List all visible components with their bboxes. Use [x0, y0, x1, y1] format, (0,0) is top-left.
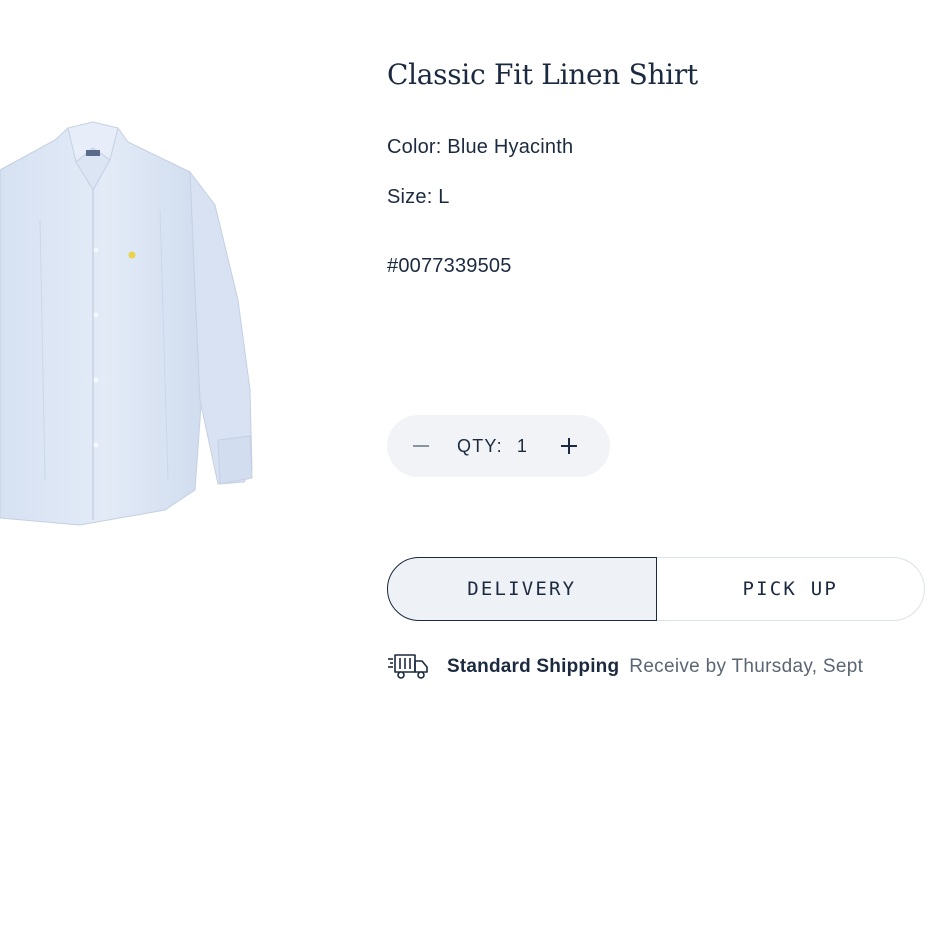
product-title: Classic Fit Linen Shirt	[387, 58, 698, 91]
increment-button[interactable]	[557, 434, 581, 458]
product-color: Color: Blue Hyacinth	[387, 136, 574, 158]
product-sku: #0077339505	[387, 255, 512, 277]
quantity-label: QTY:	[457, 435, 503, 456]
delivery-truck-icon	[388, 654, 428, 679]
shipping-eta: Receive by Thursday, Sept	[629, 656, 864, 677]
shipping-info: Standard Shipping Receive by Thursday, S…	[387, 647, 863, 687]
shipping-method: Standard Shipping	[447, 656, 620, 677]
pickup-option[interactable]: PICK UP	[656, 557, 925, 621]
delivery-option[interactable]: DELIVERY	[387, 557, 657, 621]
quantity-stepper: QTY: 1	[387, 415, 610, 477]
fulfillment-toggle: DELIVERY PICK UP	[387, 557, 925, 621]
decrement-button[interactable]	[409, 434, 433, 458]
minus-icon	[413, 445, 429, 447]
quantity-value: 1	[516, 435, 527, 456]
product-size: Size: L	[387, 186, 450, 208]
plus-icon	[560, 438, 577, 454]
shirt-image	[0, 121, 253, 526]
product-image[interactable]	[0, 100, 270, 540]
